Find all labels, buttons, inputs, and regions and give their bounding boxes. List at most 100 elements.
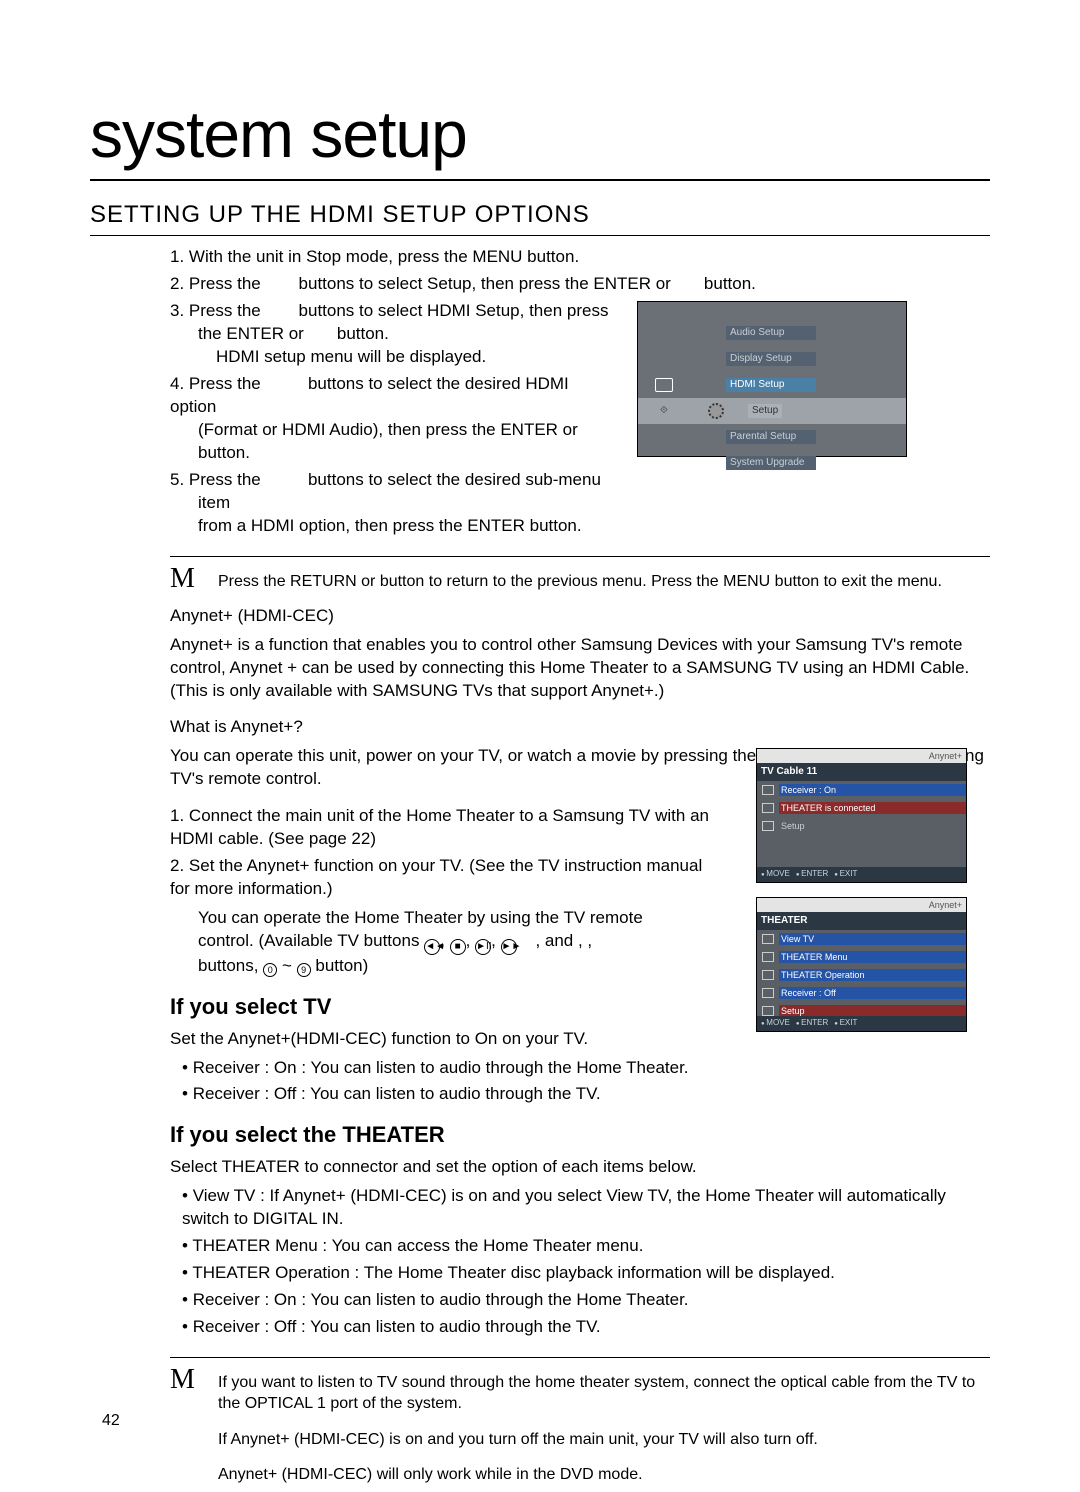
note-text: Press the RETURN or button to return to … [218, 565, 990, 593]
osd-system-upgrade: System Upgrade [726, 456, 816, 470]
step-5: Press the buttons to select the desired … [170, 469, 610, 538]
t: Connect the main unit of the Home Theate… [170, 806, 709, 848]
note-icon: M [170, 1366, 200, 1394]
picture-icon [655, 378, 673, 392]
osd2-exit: EXIT [834, 869, 857, 880]
anynet-step-1: Connect the main unit of the Home Theate… [170, 805, 710, 851]
t: Set the Anynet+ function on your TV. (Se… [170, 856, 702, 898]
note-icon: M [170, 565, 200, 593]
osd-setup-tab: Setup [748, 404, 782, 418]
select-tv-b2: Receiver : Off : You can listen to audio… [182, 1083, 690, 1106]
step-4: Press the buttons to select the desired … [170, 373, 610, 465]
osd-display-setup: Display Setup [726, 352, 816, 366]
t: control. (Available TV buttons [198, 931, 419, 950]
rewind-icon: ◄◄ [424, 939, 440, 955]
gear-icon [762, 821, 774, 831]
t: Press the [189, 274, 261, 293]
t: button. [170, 442, 610, 465]
note-text: If you want to listen to TV sound throug… [218, 1366, 990, 1415]
forward-icon: ►► [501, 939, 517, 955]
square-icon [762, 952, 774, 962]
osd3-r5: Setup [779, 1005, 966, 1017]
select-theater-b2: THEATER Menu : You can access the Home T… [182, 1235, 990, 1258]
gear-icon [762, 1006, 774, 1016]
anynet-brand: Anynet+ [929, 900, 962, 910]
osd3-title: THEATER [757, 912, 966, 930]
osd2-r3: Setup [779, 820, 966, 832]
t: the ENTER or [198, 324, 304, 343]
select-theater-b4: Receiver : On : You can listen to audio … [182, 1289, 990, 1312]
osd-audio-setup: Audio Setup [726, 326, 816, 340]
select-tv-b1: Receiver : On : You can listen to audio … [182, 1057, 690, 1080]
select-tv-l1: Set the Anynet+(HDMI-CEC) function to On… [170, 1028, 690, 1051]
final-note-3: Anynet+ (HDMI-CEC) will only work while … [170, 1458, 990, 1486]
square-icon [762, 988, 774, 998]
step-1-text: With the unit in Stop mode, press the ME… [189, 247, 579, 266]
osd2-r2: THEATER is connected [779, 802, 966, 814]
select-theater-b3: THEATER Operation : The Home Theater dis… [182, 1262, 990, 1285]
t: Press the [189, 374, 261, 393]
section-heading: SETTING UP THE HDMI SETUP OPTIONS [90, 199, 990, 236]
stop-icon: ■ [450, 939, 466, 955]
osd3-r3: THEATER Operation [779, 969, 966, 981]
t: buttons to select Setup, then press the … [299, 274, 671, 293]
anynet-brand: Anynet+ [929, 751, 962, 761]
t: Press the [189, 470, 261, 489]
t: HDMI setup menu will be displayed. [170, 346, 610, 369]
anynet-what-q: What is Anynet+? [170, 716, 990, 739]
note-text: If Anynet+ (HDMI-CEC) is on and you turn… [218, 1423, 990, 1451]
osd2-title: TV Cable 11 [757, 763, 966, 781]
osd3-enter: ENTER [796, 1018, 828, 1029]
square-icon [762, 785, 774, 795]
osd-tv-cable-menu: Anynet+ TV Cable 11 Receiver : On THEATE… [756, 748, 967, 883]
select-theater-section: If you select the THEATER Select THEATER… [90, 1120, 990, 1338]
osd-theater-menu: Anynet+ THEATER View TV THEATER Menu THE… [756, 897, 967, 1032]
square-icon [762, 970, 774, 980]
t: buttons to select the desired sub-menu [308, 470, 601, 489]
t: , and , , [535, 931, 592, 950]
step-1: With the unit in Stop mode, press the ME… [170, 246, 990, 269]
osd3-move: MOVE [761, 1018, 790, 1029]
anynet-heading: Anynet+ (HDMI-CEC) [170, 605, 990, 628]
select-theater-b5: Receiver : Off : You can listen to audio… [182, 1316, 990, 1339]
num-0-icon: 0 [263, 963, 277, 977]
osd2-r1: Receiver : On [779, 784, 966, 796]
square-icon [762, 934, 774, 944]
book-icon: ⟐ [638, 404, 690, 418]
play-pause-icon: ►II [475, 939, 491, 955]
osd-hdmi-setup-selected: HDMI Setup [726, 378, 816, 392]
num-9-icon: 9 [297, 963, 311, 977]
anynet-desc: Anynet+ is a function that enables you t… [170, 634, 990, 703]
t: ~ [282, 956, 292, 975]
t: Press the [189, 301, 261, 320]
note-return-menu: M Press the RETURN or button to return t… [170, 565, 990, 593]
osd3-r2: THEATER Menu [779, 951, 966, 963]
final-note-2: If Anynet+ (HDMI-CEC) is on and you turn… [170, 1423, 990, 1451]
t: (Format or HDMI Audio), then press the E… [170, 419, 610, 442]
osd2-enter: ENTER [796, 869, 828, 880]
step-2: Press the buttons to select Setup, then … [170, 273, 990, 296]
osd3-r4: Receiver : Off [779, 987, 966, 999]
osd-parental-setup: Parental Setup [726, 430, 816, 444]
osd3-r1: View TV [779, 933, 966, 945]
select-theater-heading: If you select the THEATER [170, 1120, 990, 1150]
t: You can operate the Home Theater by usin… [170, 907, 710, 930]
t: item [170, 492, 610, 515]
t: button) [315, 956, 368, 975]
select-theater-l1: Select THEATER to connector and set the … [170, 1156, 990, 1179]
anynet-step-2: Set the Anynet+ function on your TV. (Se… [170, 855, 710, 978]
square-icon [762, 803, 774, 813]
final-note-1: M If you want to listen to TV sound thro… [170, 1366, 990, 1415]
gear-icon [708, 403, 724, 419]
osd3-exit: EXIT [834, 1018, 857, 1029]
select-theater-b1: View TV : If Anynet+ (HDMI-CEC) is on an… [182, 1185, 990, 1231]
osd2-move: MOVE [761, 869, 790, 880]
note-text: Anynet+ (HDMI-CEC) will only work while … [218, 1458, 990, 1486]
t: buttons, [198, 956, 259, 975]
osd-hdmi-setup-menu: Audio Setup Display Setup HDMI Setup ⟐ S… [637, 301, 907, 457]
page-title: system setup [90, 90, 990, 181]
t: button. [337, 324, 389, 343]
page-number: 42 [102, 1410, 120, 1432]
t: from a HDMI option, then press the ENTER… [170, 515, 610, 538]
step-3: Press the buttons to select HDMI Setup, … [170, 300, 610, 369]
